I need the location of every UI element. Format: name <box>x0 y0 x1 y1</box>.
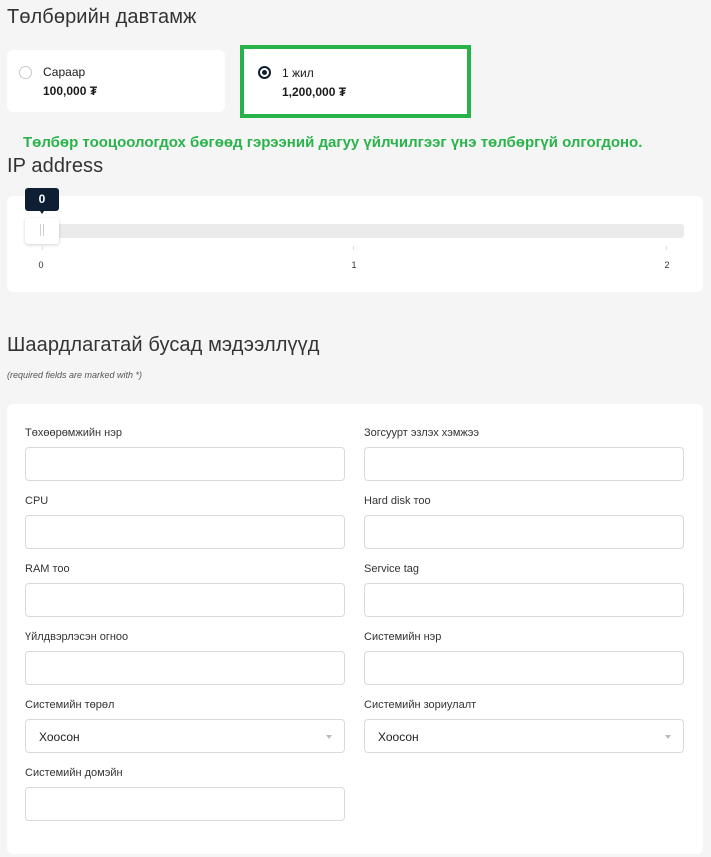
billing-frequency-title: Төлбөрийн давтамж <box>7 6 197 28</box>
system-purpose-select[interactable]: Хоосон <box>364 719 684 753</box>
slider-tick <box>42 246 43 250</box>
plan-option-monthly[interactable]: Сараар 100,000 ₮ <box>7 50 225 112</box>
system-type-select[interactable]: Хоосон <box>25 719 345 753</box>
system-domain-input[interactable] <box>25 787 345 821</box>
manufactured-date-label: Үйлдвэрлэсэн огноо <box>25 631 129 643</box>
slider-tick-label: 1 <box>351 260 357 270</box>
slider-tick-label: 0 <box>38 260 44 270</box>
chevron-down-icon <box>665 735 671 739</box>
ip-slider-card: 0 1 2 0 <box>7 188 703 292</box>
billing-notice: Төлбөр тооцоологдох бөгөөд гэрээний дагу… <box>23 134 643 151</box>
cpu-input[interactable] <box>25 515 345 549</box>
radio-unselected-icon[interactable] <box>19 66 32 79</box>
plan-name: 1 жил <box>282 66 314 80</box>
chevron-down-icon <box>326 735 332 739</box>
required-fields-note: (required fields are marked with *) <box>7 370 143 380</box>
slider-tick-label: 2 <box>664 260 670 270</box>
system-purpose-value: Хоосон <box>378 730 419 744</box>
plan-price: 1,200,000 ₮ <box>282 85 347 99</box>
slider-handle[interactable] <box>25 218 59 244</box>
system-type-label: Системийн төрөл <box>25 699 115 711</box>
manufactured-date-input[interactable] <box>25 651 345 685</box>
mount-size-label: Зогсуурт эзлэх хэмжээ <box>364 427 480 439</box>
hdd-count-label: Hard disk тоо <box>364 495 431 507</box>
ram-count-input[interactable] <box>25 583 345 617</box>
device-info-form: Төхөөрөмжийн нэр Зогсуурт эзлэх хэмжээ C… <box>7 404 703 854</box>
service-tag-input[interactable] <box>364 583 684 617</box>
cpu-label: CPU <box>25 495 49 507</box>
slider-track[interactable] <box>31 224 684 238</box>
device-name-input[interactable] <box>25 447 345 481</box>
system-type-value: Хоосон <box>39 730 80 744</box>
system-name-label: Системийн нэр <box>364 631 442 643</box>
slider-tick <box>666 246 667 250</box>
plan-price: 100,000 ₮ <box>43 84 98 98</box>
hdd-count-input[interactable] <box>364 515 684 549</box>
system-purpose-label: Системийн зориулалт <box>364 699 477 711</box>
plan-option-yearly[interactable]: 1 жил 1,200,000 ₮ <box>240 45 471 118</box>
service-tag-label: Service tag <box>364 563 420 575</box>
other-info-title: Шаардлагатай бусад мэдээллүүд <box>7 334 320 356</box>
device-name-label: Төхөөрөмжийн нэр <box>25 427 122 439</box>
ram-count-label: RAM тоо <box>25 563 70 575</box>
ip-address-title: IP address <box>7 155 104 177</box>
radio-selected-icon[interactable] <box>258 66 271 79</box>
plan-name: Сараар <box>43 65 86 79</box>
system-domain-label: Системийн домэйн <box>25 767 123 779</box>
system-name-input[interactable] <box>364 651 684 685</box>
mount-size-input[interactable] <box>364 447 684 481</box>
slider-tick <box>353 246 354 250</box>
slider-value-tooltip: 0 <box>25 188 59 214</box>
